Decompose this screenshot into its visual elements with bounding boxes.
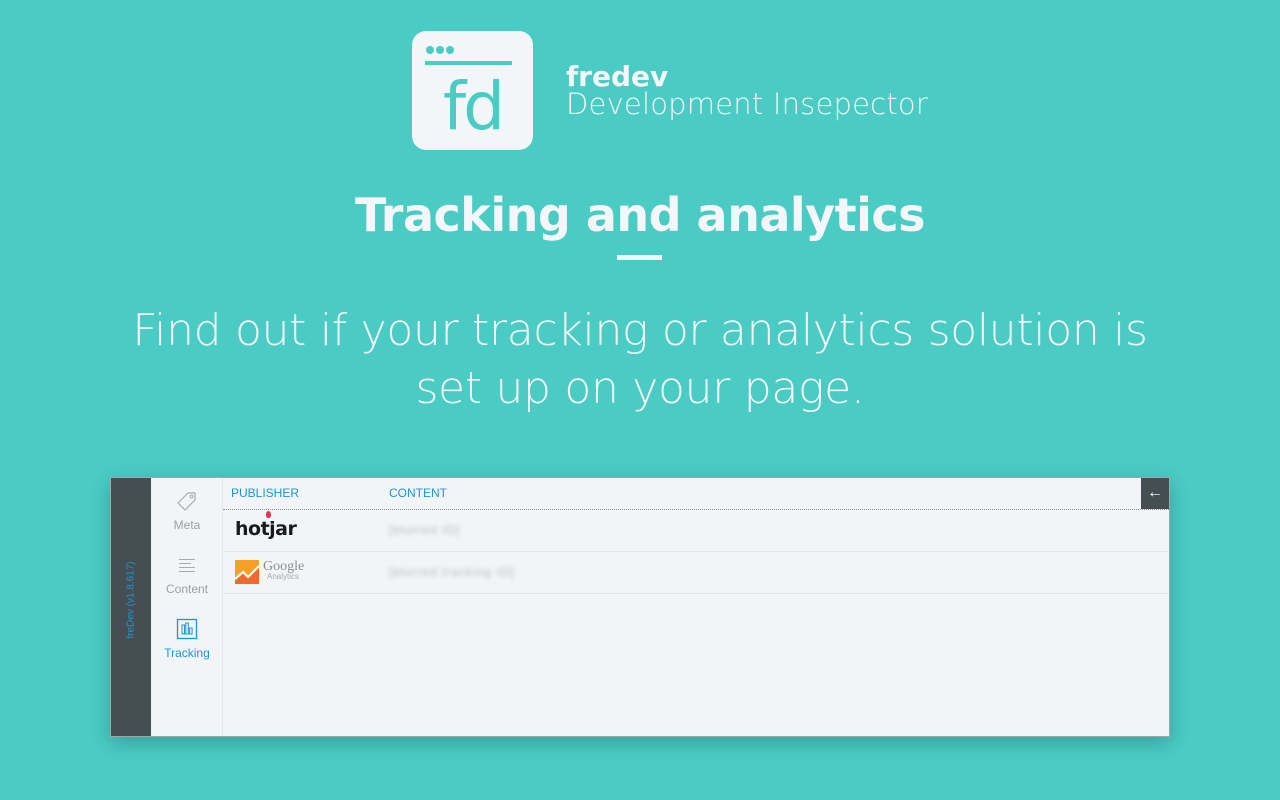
table-row[interactable]: Google Analytics [blurred tracking ID]: [223, 552, 1169, 594]
page-headline: Tracking and analytics: [354, 188, 926, 242]
logo-letters: fd: [442, 68, 505, 145]
flame-icon: [266, 511, 271, 518]
table-header: PUBLISHER CONTENT ←: [223, 478, 1169, 510]
table-row[interactable]: hotjar [blurred ID]: [223, 510, 1169, 552]
google-analytics-wordmark: Google Analytics: [263, 559, 305, 582]
column-header-content[interactable]: CONTENT: [389, 486, 447, 500]
publisher-hotjar: hotjar: [235, 511, 297, 540]
hotjar-logo: hotjar: [235, 511, 297, 540]
nav-item-tracking[interactable]: Tracking: [151, 618, 223, 660]
nav-label: Meta: [173, 518, 201, 532]
brand-subtitle: Development Insepector: [566, 87, 928, 121]
tag-icon: [177, 492, 196, 511]
tracking-table: PUBLISHER CONTENT ← hotjar [blurred ID] …: [223, 478, 1169, 736]
back-arrow-button[interactable]: ←: [1141, 478, 1169, 509]
nav-item-content[interactable]: Content: [151, 554, 223, 596]
text-lines-icon: [179, 559, 195, 572]
column-header-publisher[interactable]: PUBLISHER: [231, 486, 299, 500]
version-label: freDev (v1.8.617): [125, 561, 137, 639]
nav-label: Content: [165, 582, 209, 596]
window-dots-icon: [426, 46, 454, 54]
inspector-panel: freDev (v1.8.617) Meta Content Tracking …: [110, 477, 1170, 737]
page-subline: Find out if your tracking or analytics s…: [132, 305, 1148, 414]
bar-chart-icon: [176, 618, 198, 640]
logo-bar: [425, 61, 512, 65]
publisher-google-analytics: Google Analytics: [235, 560, 304, 584]
app-logo: fd: [412, 31, 533, 150]
nav-label: Tracking: [164, 646, 210, 660]
content-value: [blurred tracking ID]: [389, 565, 515, 579]
version-sidebar: freDev (v1.8.617): [111, 478, 151, 736]
google-analytics-icon: [235, 560, 259, 584]
headline-divider: [617, 255, 662, 260]
content-value: [blurred ID]: [389, 523, 461, 537]
inspector-nav: Meta Content Tracking: [151, 478, 223, 736]
nav-item-meta[interactable]: Meta: [151, 490, 223, 532]
